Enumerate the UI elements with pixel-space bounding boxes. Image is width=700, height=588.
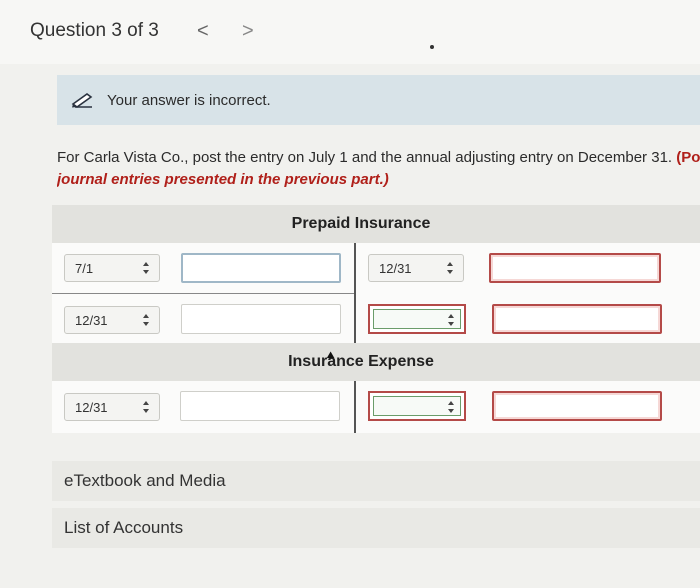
expense-credit-amount-1[interactable] (492, 391, 662, 421)
insurance-expense-title: Insurance Expense (288, 353, 434, 370)
prompt-note-italic: journal entries presented in the previou… (57, 171, 389, 188)
select-arrows-icon (143, 261, 149, 275)
prepaid-debit-date-select-2[interactable]: 12/31 (64, 306, 160, 334)
prepaid-credit-amount-2[interactable] (492, 304, 662, 334)
question-counter: Question 3 of 3 (30, 20, 159, 41)
prepaid-credit-amount-1[interactable] (489, 253, 661, 283)
list-of-accounts-link[interactable]: List of Accounts (52, 508, 700, 548)
question-prompt: For Carla Vista Co., post the entry on J… (57, 147, 700, 191)
prepaid-debit-date-select-1[interactable]: 7/1 (64, 254, 160, 282)
date-value: 12/31 (75, 313, 108, 328)
insurance-expense-t-account: Insurance Expense 12/31 (52, 343, 700, 433)
prepaid-debit-amount-2[interactable] (181, 304, 341, 334)
feedback-banner: Your answer is incorrect. (57, 75, 700, 125)
prepaid-debit-amount-1[interactable] (181, 253, 341, 283)
prompt-text: For Carla Vista Co., post the entry on J… (57, 149, 673, 166)
prompt-note-red: (Post e (676, 149, 700, 166)
t-account-divider (354, 381, 356, 433)
row-divider (52, 293, 354, 294)
pencil-icon (71, 93, 93, 108)
feedback-message: Your answer is incorrect. (107, 92, 271, 109)
question-header: Question 3 of 3 < > (0, 0, 700, 64)
select-arrows-icon (143, 313, 149, 327)
previous-question-button[interactable]: < (197, 20, 209, 43)
t-account-divider (354, 243, 356, 345)
date-value: 7/1 (75, 261, 94, 276)
select-arrows-icon (447, 261, 453, 275)
date-value: 12/31 (379, 261, 412, 276)
expense-debit-amount-1[interactable] (180, 391, 340, 421)
prepaid-credit-date-select-2[interactable] (368, 304, 466, 334)
date-value: 12/31 (75, 400, 108, 415)
expense-debit-date-select-1[interactable]: 12/31 (64, 393, 160, 421)
select-arrows-icon (448, 400, 454, 414)
expense-credit-date-select-1[interactable] (368, 391, 466, 421)
next-question-button[interactable]: > (242, 20, 254, 43)
list-of-accounts-label: List of Accounts (64, 518, 184, 537)
prepaid-insurance-header: Prepaid Insurance (52, 205, 700, 243)
prepaid-insurance-title: Prepaid Insurance (291, 215, 431, 232)
prepaid-credit-date-select-1[interactable]: 12/31 (368, 254, 464, 282)
prepaid-insurance-t-account: Prepaid Insurance 7/1 12/31 12/31 (52, 205, 700, 345)
select-arrows-icon (143, 400, 149, 414)
etextbook-label: eTextbook and Media (64, 471, 226, 490)
select-arrows-icon (448, 313, 454, 327)
insurance-expense-header: Insurance Expense (52, 343, 700, 381)
decorative-dot (430, 45, 434, 49)
etextbook-media-link[interactable]: eTextbook and Media (52, 461, 700, 501)
mouse-cursor-icon: ⯅ (325, 347, 337, 363)
